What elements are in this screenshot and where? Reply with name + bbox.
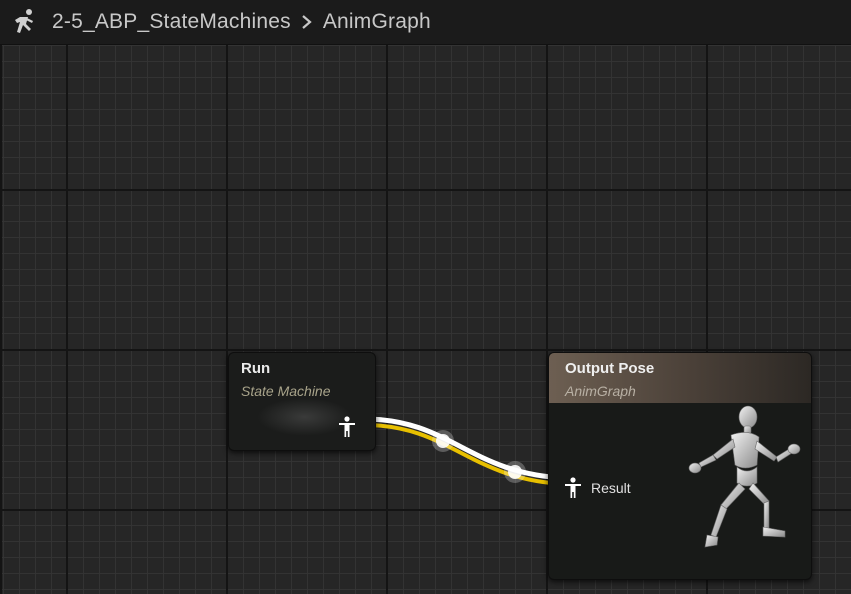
mannequin-running-icon: [688, 405, 801, 548]
run-state-machine-node[interactable]: Run State Machine: [228, 352, 376, 451]
output-pose-node[interactable]: Output Pose AnimGraph Result: [548, 352, 812, 580]
node-title: Run: [241, 360, 271, 377]
chevron-right-icon: [301, 14, 313, 30]
running-figure-icon: [6, 4, 42, 40]
breadcrumb-graph[interactable]: AnimGraph: [323, 10, 431, 34]
node-title: Output Pose: [565, 360, 655, 377]
node-subtitle: State Machine: [241, 383, 331, 399]
breadcrumb-asset[interactable]: 2-5_ABP_StateMachines: [52, 10, 291, 34]
pose-pin-icon[interactable]: [563, 477, 583, 499]
breadcrumb-bar: 2-5_ABP_StateMachines AnimGraph: [0, 0, 851, 45]
result-pin-label: Result: [591, 480, 631, 496]
pose-pin-icon[interactable]: [337, 416, 357, 438]
node-subtitle: AnimGraph: [565, 383, 636, 399]
